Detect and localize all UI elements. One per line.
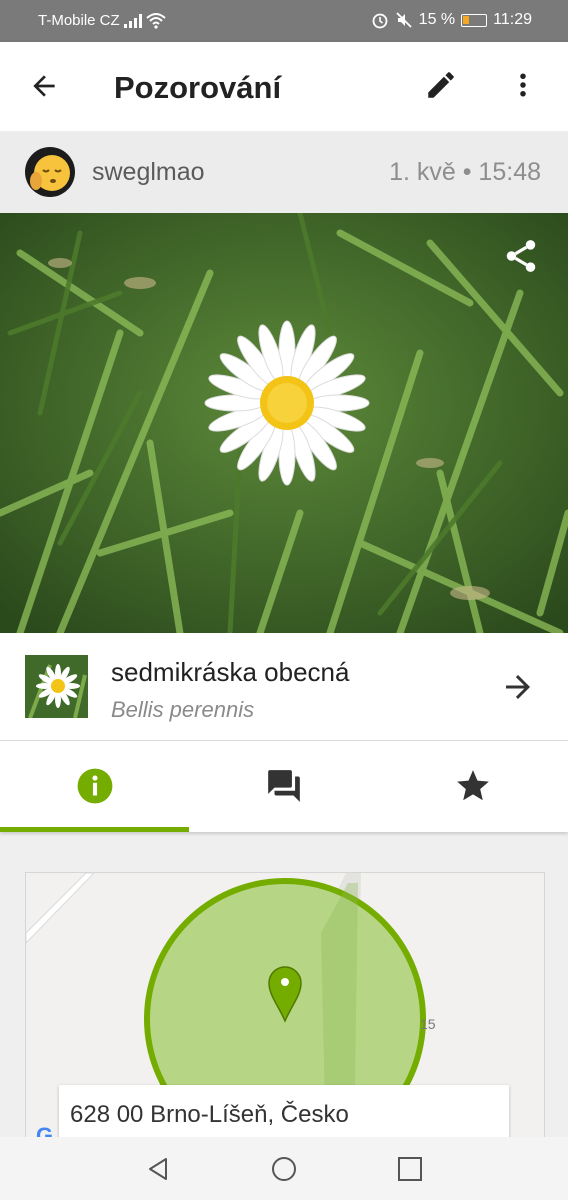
status-right: 15 % 11:29 <box>371 11 532 29</box>
daisy-photo-image <box>0 213 568 633</box>
avatar-emoji-icon <box>30 155 70 191</box>
observation-photo[interactable] <box>0 213 568 633</box>
observer-row[interactable]: sweglmao 1. kvě • 15:48 <box>0 131 568 213</box>
tab-bar <box>0 741 568 832</box>
observation-date: 1. kvě • 15:48 <box>389 158 541 186</box>
daisy-thumbnail-image <box>25 655 88 718</box>
info-icon <box>77 768 113 804</box>
location-address: 628 00 Brno-Líšeň, Česko <box>70 1101 349 1128</box>
share-icon[interactable] <box>502 237 540 275</box>
tab-info[interactable] <box>0 741 189 832</box>
tab-discussion[interactable] <box>189 741 378 832</box>
more-vert-icon[interactable] <box>508 68 538 102</box>
back-arrow-icon[interactable] <box>28 70 60 102</box>
battery-percent: 15 % <box>418 11 456 28</box>
chat-icon <box>268 770 300 802</box>
carrier-label: T-Mobile CZ <box>38 12 120 29</box>
app-bar: Pozorování <box>0 42 568 131</box>
species-thumbnail <box>25 655 88 718</box>
active-tab-indicator <box>0 827 189 832</box>
tab-favorite[interactable] <box>378 741 567 832</box>
map-scale-label: 15 <box>420 1016 436 1032</box>
battery-icon <box>461 13 488 27</box>
clock: 11:29 <box>493 11 532 28</box>
status-bar: T-Mobile CZ 15 % 11:29 <box>0 0 568 42</box>
species-common-name: sedmikráska obecná <box>111 657 350 687</box>
nav-back-icon[interactable] <box>144 1155 172 1183</box>
avatar[interactable] <box>25 147 75 197</box>
nav-recents-icon[interactable] <box>396 1155 424 1183</box>
page-title: Pozorování <box>114 70 282 105</box>
username[interactable]: sweglmao <box>92 158 205 187</box>
mute-icon <box>396 12 412 28</box>
location-map[interactable]: 15 G 628 00 Brno-Líšeň, Česko <box>25 872 545 1154</box>
nav-home-icon[interactable] <box>270 1155 298 1183</box>
star-icon <box>457 770 489 801</box>
wifi-icon <box>146 13 166 29</box>
signal-icon <box>124 14 142 28</box>
edit-pencil-icon[interactable] <box>424 68 458 102</box>
forward-arrow-icon[interactable] <box>500 669 536 705</box>
alarm-icon <box>372 13 388 29</box>
species-row[interactable]: sedmikráska obecná Bellis perennis <box>0 633 568 741</box>
system-nav-bar <box>0 1137 568 1200</box>
species-scientific-name: Bellis perennis <box>111 697 255 722</box>
